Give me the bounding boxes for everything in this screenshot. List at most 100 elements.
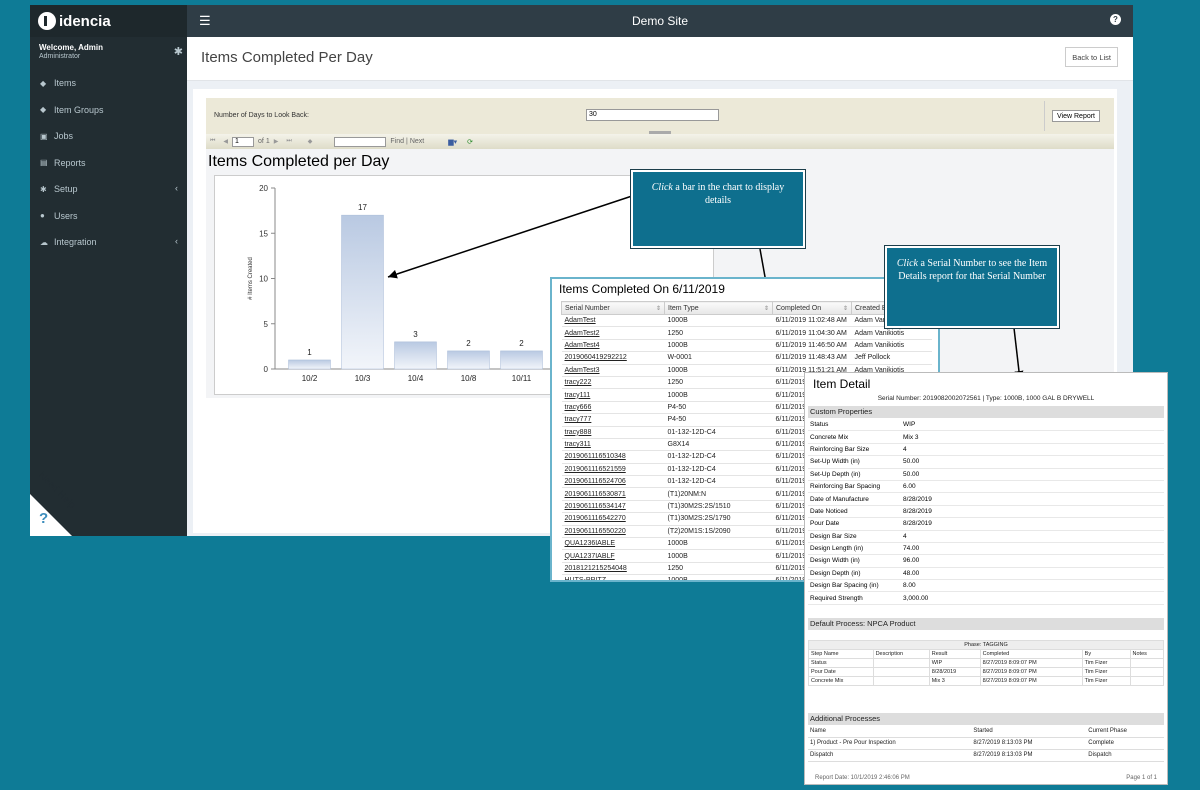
column-header[interactable]: Serial Number ⇕	[561, 301, 665, 315]
serial-number-link[interactable]: 2019061116510348	[561, 450, 665, 464]
serial-number-link[interactable]: AdamTest4	[561, 339, 665, 353]
table-cell: (T1)30M2S:2S/1790	[664, 512, 773, 526]
sort-icon[interactable]: ⇕	[764, 305, 769, 312]
property-value: 74.00	[903, 545, 920, 553]
process-table: Phase: TAGGING Step Name Description Resul…	[808, 640, 1165, 686]
table-cell: 01-132-12D-C4	[664, 450, 773, 464]
process-cell: WIP	[928, 658, 981, 668]
additional-column-header: Started	[971, 725, 1087, 738]
serial-number-link[interactable]: 2019061116530871	[561, 487, 665, 501]
item-detail-subtitle: Serial Number: 2019082002072561 | Type: …	[877, 395, 1095, 402]
serial-number-link[interactable]: 2019061116521559	[561, 463, 665, 477]
additional-row: 1) Product - Pre Pour Inspection 8/27/201…	[808, 737, 1164, 750]
column-header[interactable]: Item Type ⇕	[664, 301, 773, 315]
process-cell	[1129, 676, 1165, 686]
property-name: Set-Up Depth (in)	[810, 470, 861, 478]
serial-number-link[interactable]: tracy111	[561, 388, 665, 402]
process-row: Pour Date 8/28/2019 8/27/2019 8:09:07 PM Ti…	[808, 667, 1165, 677]
serial-number-link[interactable]: 2019061116550220	[561, 525, 665, 539]
property-row: Design Length (in) 74.00	[808, 543, 1164, 556]
table-cell: Adam Vanikiotis	[851, 339, 932, 353]
process-column-header: Result	[928, 649, 981, 659]
property-name: Required Strength	[810, 594, 863, 602]
table-cell: (T1)30M2S:2S/1510	[664, 500, 773, 514]
property-row: Reinforcing Bar Spacing 6.00	[808, 481, 1164, 494]
serial-number-link[interactable]: tracy888	[561, 426, 665, 439]
property-name: Design Depth (in)	[810, 569, 861, 577]
table-cell: 1000B	[664, 537, 773, 551]
table-cell: Adam Vanikiotis	[851, 326, 932, 340]
process-cell: Tim Fizer	[1081, 658, 1131, 668]
table-row: AdamTest4 1000B 6/11/2019 11:46:50 AM Adam …	[561, 339, 932, 353]
process-column-header: Step Name	[808, 649, 874, 659]
property-row: Date of Manufacture 8/28/2019	[808, 493, 1164, 506]
property-row: Pour Date 8/28/2019	[808, 518, 1164, 531]
serial-number-link[interactable]: 2019061116534147	[561, 500, 665, 514]
property-name: Design Width (in)	[810, 557, 860, 565]
serial-number-link[interactable]: QUA1236IABLE	[561, 537, 665, 551]
serial-number-link[interactable]: tracy666	[561, 401, 665, 415]
property-value: 48.00	[903, 569, 920, 577]
sort-icon[interactable]: ⇕	[656, 305, 661, 312]
property-row: Design Depth (in) 48.00	[808, 568, 1164, 581]
process-cell: 8/27/2019 8:09:07 PM	[979, 676, 1083, 686]
serial-number-link[interactable]: AdamTest2	[561, 326, 665, 340]
table-cell: 1000B	[664, 549, 773, 563]
table-cell: 6/11/2019 11:48:43 AM	[772, 351, 852, 365]
additional-processes-heading: Additional Processes	[808, 713, 1164, 725]
custom-properties-heading: Custom Properties	[808, 406, 1164, 418]
table-cell: 6/11/2019 11:02:48 AM	[772, 314, 852, 328]
serial-number-link[interactable]: 2019061116542270	[561, 512, 665, 526]
additional-cell: 8/27/2019 8:13:03 PM	[971, 737, 1087, 750]
column-header-label: Item Type	[668, 304, 699, 312]
property-value: 3,000.00	[903, 594, 929, 602]
serial-number-link[interactable]: AdamTest	[561, 314, 665, 328]
serial-number-link[interactable]: 2019060419292212	[561, 351, 665, 365]
serial-number-link[interactable]: tracy777	[561, 413, 665, 427]
process-column-header: Completed	[979, 649, 1083, 659]
table-cell: P4-50	[664, 413, 773, 427]
property-name: Status	[810, 421, 829, 429]
property-value: Mix 3	[903, 433, 919, 441]
process-row: Status WIP 8/27/2019 8:09:07 PM Tim Fizer	[808, 658, 1165, 668]
property-name: Design Bar Spacing (in)	[810, 582, 879, 590]
table-cell: 6/11/2019 11:04:30 AM	[772, 326, 852, 340]
serial-number-link[interactable]: tracy311	[561, 438, 665, 452]
callout-serial-emphasis: Click	[896, 258, 918, 269]
process-column-header: Description	[872, 649, 930, 659]
process-column-header: Notes	[1129, 649, 1165, 659]
table-cell: 1000B	[664, 574, 773, 580]
table-cell: 1000B	[664, 314, 773, 328]
property-row: Set-Up Depth (in) 50.00	[808, 469, 1164, 481]
table-cell: 6/11/2019 11:46:50 AM	[772, 339, 852, 353]
table-cell: 1000B	[664, 388, 773, 402]
serial-number-link[interactable]: AdamTest3	[561, 364, 665, 377]
serial-number-link[interactable]: 2018121215254048	[561, 562, 665, 576]
table-cell: G8X14	[664, 438, 773, 452]
table-row: AdamTest2 1250 6/11/2019 11:04:30 AM Adam V…	[561, 326, 932, 340]
callout-bar-emphasis: Click	[651, 182, 673, 193]
property-value: 4	[903, 445, 907, 453]
process-column-header: By	[1081, 649, 1131, 659]
page-of: Page 1 of 1	[1126, 775, 1157, 781]
property-value: 50.00	[903, 458, 920, 466]
serial-number-link[interactable]: tracy222	[561, 376, 665, 390]
table-cell: 1250	[664, 326, 773, 340]
sort-icon[interactable]: ⇕	[843, 305, 848, 312]
property-value: 96.00	[903, 557, 920, 565]
property-name: Pour Date	[810, 520, 840, 528]
column-header[interactable]: Completed On ⇕	[772, 301, 852, 315]
process-cell: 8/28/2019	[928, 667, 981, 677]
serial-number-link[interactable]: QUA1237IABLF	[561, 549, 665, 563]
property-name: Design Bar Size	[810, 532, 857, 540]
serial-number-link[interactable]: HUTS-PRITZ	[561, 574, 665, 580]
property-name: Design Length (in)	[810, 545, 864, 553]
item-detail-title: Item Detail	[813, 377, 871, 391]
serial-number-link[interactable]: 2019061116524706	[561, 475, 665, 489]
process-cell: Status	[808, 658, 874, 668]
additional-cell: 8/27/2019 8:13:03 PM	[971, 749, 1087, 762]
property-row: Set-Up Width (in) 50.00	[808, 456, 1164, 469]
table-cell: W-0001	[664, 351, 773, 365]
process-cell: Tim Fizer	[1081, 676, 1131, 686]
property-name: Concrete Mix	[810, 433, 849, 441]
